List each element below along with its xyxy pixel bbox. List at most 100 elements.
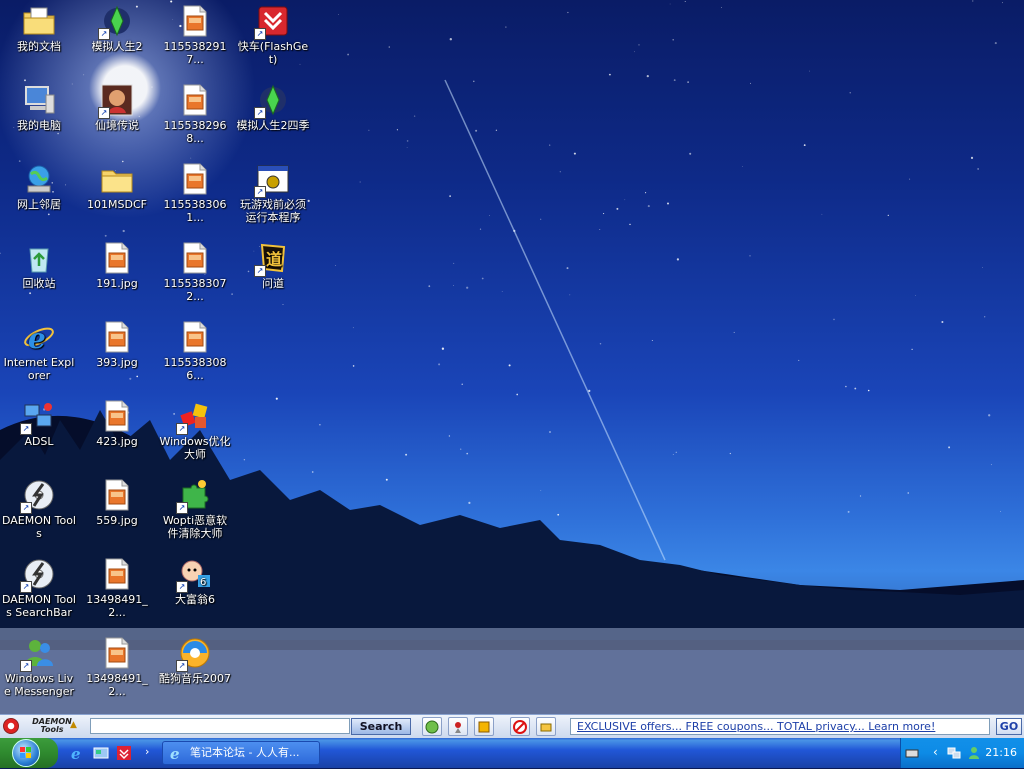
desktop-icon-label: 559.jpg <box>96 514 138 527</box>
desktop-icon-label: DAEMON Tools <box>2 514 76 540</box>
desktop-icon-jpg-1155383061[interactable]: 1155383061... <box>156 158 234 224</box>
desktop-icon-label: Windows Live Messenger <box>4 672 74 698</box>
desktop-icon-label: 酷狗音乐2007 <box>159 672 231 685</box>
desktop-icon-label: DAEMON Tools SearchBar <box>2 593 76 619</box>
desktop-icon-label: Windows优化大师 <box>159 435 231 461</box>
desktop-icon-sims2[interactable]: ↗ 模拟人生2 <box>78 0 156 53</box>
shortcut-arrow-icon: ↗ <box>254 28 266 40</box>
shortcut-arrow-icon: ↗ <box>20 660 32 672</box>
desktop-icon-jpg-1155382917[interactable]: 1155382917... <box>156 0 234 66</box>
desktop-icon-my-computer[interactable]: 我的电脑 <box>0 79 78 132</box>
taskbar: e › e 笔记本论坛 - 人人有... ‹ 21:16 <box>0 738 1024 768</box>
kugou-music-icon: ↗ <box>176 636 212 672</box>
eraser-icon[interactable] <box>536 717 556 736</box>
popup-blocker-icon[interactable] <box>510 717 530 736</box>
desktop-icon-label: 大富翁6 <box>175 593 215 606</box>
flashget-icon: ↗ <box>254 4 290 40</box>
daemon-tools-searchbar: DAEMON Tools ▲ Search EXCLUSIVE offers..… <box>0 714 1024 738</box>
shortcut-arrow-icon: ↗ <box>20 423 32 435</box>
system-tray: ‹ 21:16 <box>900 738 1024 768</box>
desktop-icon-my-documents[interactable]: 我的文档 <box>0 0 78 53</box>
network-status-icon[interactable] <box>947 746 961 760</box>
image-file-icon <box>178 162 212 196</box>
sims-icon: ↗ <box>254 83 290 119</box>
sponsored-offer-link[interactable]: EXCLUSIVE offers... FREE coupons... TOTA… <box>570 718 990 735</box>
desktop-icon-jpg-13498491-b[interactable]: 13498491_2... <box>78 632 156 698</box>
messenger-icon: ↗ <box>20 636 56 672</box>
desktop-icon-sims2-seasons[interactable]: ↗ 模拟人生2四季 <box>234 79 312 132</box>
taskbar-button-browser[interactable]: e 笔记本论坛 - 人人有... <box>162 741 320 765</box>
desktop-icon-richman6[interactable]: 6 ↗ 大富翁6 <box>156 553 234 606</box>
desktop-icon-label: 13498491_2... <box>86 593 148 619</box>
image-file-icon <box>178 4 212 38</box>
desktop-icon-kugou[interactable]: ↗ 酷狗音乐2007 <box>156 632 234 685</box>
desktop-icon-label: 1155383072... <box>163 277 227 303</box>
desktop-icon-label: 1155383061... <box>163 198 227 224</box>
show-hidden-icons-icon[interactable]: ‹ <box>933 745 938 759</box>
desktop-icon-jpg-393[interactable]: 393.jpg <box>78 316 156 369</box>
game-icon: ↗ <box>98 83 134 119</box>
shortcut-arrow-icon: ↗ <box>20 502 32 514</box>
image-file-icon <box>178 241 212 275</box>
start-button[interactable] <box>0 738 58 768</box>
svg-text:e: e <box>170 745 180 761</box>
search-input[interactable] <box>90 718 350 734</box>
desktop-icon-jpg-13498491-a[interactable]: 13498491_2... <box>78 553 156 619</box>
logo-dropdown-icon[interactable]: ▲ <box>70 720 77 730</box>
shortcut-arrow-icon: ↗ <box>176 502 188 514</box>
messenger-status-icon[interactable] <box>967 746 981 760</box>
shortcut-arrow-icon: ↗ <box>176 660 188 672</box>
quicklaunch-ie-icon[interactable]: e <box>70 745 86 761</box>
desktop-icon-jpg-1155383086[interactable]: 1155383086... <box>156 316 234 382</box>
richman-icon: 6 ↗ <box>176 557 212 593</box>
desktop-icon-adsl[interactable]: ↗ ADSL <box>0 395 78 448</box>
clock[interactable]: 21:16 <box>985 738 1017 768</box>
logo-line2: Tools <box>40 725 64 734</box>
desktop-icon-recycle-bin[interactable]: 回收站 <box>0 237 78 290</box>
svg-text:6: 6 <box>200 577 206 588</box>
desktop-icon-label: 回收站 <box>22 277 56 290</box>
desktop-icon-jpg-1155382968[interactable]: 1155382968... <box>156 79 234 145</box>
desktop-icon-label: 模拟人生2 <box>91 40 143 53</box>
shortcut-arrow-icon: ↗ <box>176 581 188 593</box>
desktop-icon-label: 快车(FlashGet) <box>237 40 309 66</box>
tools-icon[interactable] <box>474 717 494 736</box>
desktop-icon-windows-optimizer[interactable]: ↗ Windows优化大师 <box>156 395 234 461</box>
desktop-icon-label: Wopti恶意软件清除大师 <box>162 514 228 540</box>
desktop-icon-windows-live-messenger[interactable]: ↗ Windows Live Messenger <box>0 632 78 698</box>
desktop-icon-network-places[interactable]: 网上邻居 <box>0 158 78 211</box>
desktop-icon-daemon-tools[interactable]: ↗ DAEMON Tools <box>0 474 78 540</box>
desktop-icon-jpg-559[interactable]: 559.jpg <box>78 474 156 527</box>
searchbar-menu-icon[interactable] <box>3 718 19 734</box>
desktop-icon-xianjing[interactable]: ↗ 仙境传说 <box>78 79 156 132</box>
desktop-icon-label: 问道 <box>262 277 284 290</box>
desktop-icon-label: 191.jpg <box>96 277 138 290</box>
desktop-icon-label: 模拟人生2四季 <box>236 119 310 132</box>
desktop-icon-flashget[interactable]: ↗ 快车(FlashGet) <box>234 0 312 66</box>
keyboard-icon[interactable] <box>905 746 919 760</box>
shortcut-arrow-icon: ↗ <box>98 107 110 119</box>
image-file-icon <box>100 399 134 433</box>
desktop-icon-jpg-1155383072[interactable]: 1155383072... <box>156 237 234 303</box>
desktop-icon-jpg-423[interactable]: 423.jpg <box>78 395 156 448</box>
desktop-icon-internet-explorer[interactable]: e Internet Explorer <box>0 316 78 382</box>
highlight-icon[interactable] <box>422 717 442 736</box>
desktop-icon-label: 仙境传说 <box>95 119 139 132</box>
svg-text:道: 道 <box>266 250 282 269</box>
desktop-icon-wendao[interactable]: 道 ↗ 问道 <box>234 237 312 290</box>
desktop-icon-daemon-tools-searchbar[interactable]: ↗ DAEMON Tools SearchBar <box>0 553 78 619</box>
go-button[interactable]: GO <box>996 718 1022 735</box>
desktop-icon-jpg-191[interactable]: 191.jpg <box>78 237 156 290</box>
quicklaunch-more-icon[interactable]: › <box>145 745 149 758</box>
search-button[interactable]: Search <box>351 718 411 735</box>
shortcut-arrow-icon: ↗ <box>98 28 110 40</box>
bookmark-icon[interactable] <box>448 717 468 736</box>
desktop-icon-game-prereq[interactable]: ↗ 玩游戏前必须运行本程序 <box>234 158 312 224</box>
desktop-icon-label: 1155383086... <box>163 356 227 382</box>
image-file-icon <box>100 478 134 512</box>
quicklaunch-flashget-icon[interactable] <box>116 745 132 761</box>
shortcut-arrow-icon: ↗ <box>20 581 32 593</box>
quicklaunch-show-desktop-icon[interactable] <box>93 745 109 761</box>
desktop-icon-101msdcf[interactable]: 101MSDCF <box>78 158 156 211</box>
desktop-icon-wopti[interactable]: ↗ Wopti恶意软件清除大师 <box>156 474 234 540</box>
